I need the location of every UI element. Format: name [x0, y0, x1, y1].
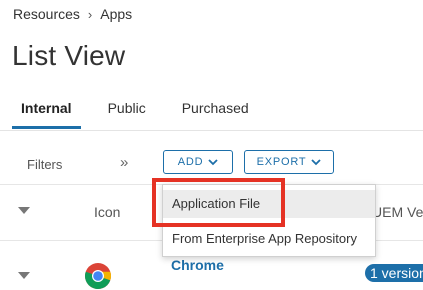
- row-expand-caret-icon[interactable]: [18, 272, 30, 279]
- filters-label[interactable]: Filters: [27, 157, 62, 172]
- select-all-caret-icon[interactable]: [18, 207, 30, 214]
- export-button-label: EXPORT: [256, 156, 307, 168]
- expand-filters-icon[interactable]: »: [120, 154, 128, 171]
- chevron-down-icon: [208, 158, 218, 165]
- column-header-icon[interactable]: Icon: [94, 204, 120, 220]
- column-header-uem-version[interactable]: UEM Ver: [372, 204, 423, 220]
- version-badge[interactable]: 1 version: [365, 264, 423, 282]
- breadcrumb: Resources › Apps: [13, 6, 132, 22]
- app-name-link[interactable]: Chrome: [171, 257, 224, 273]
- chevron-down-icon: [311, 158, 322, 165]
- add-button-label: ADD: [177, 156, 204, 168]
- breadcrumb-separator: ›: [87, 6, 93, 22]
- breadcrumb-apps[interactable]: Apps: [100, 6, 132, 22]
- annotation-highlight-box: [152, 178, 285, 227]
- tab-internal[interactable]: Internal: [12, 98, 81, 129]
- breadcrumb-resources[interactable]: Resources: [13, 6, 80, 22]
- tab-purchased[interactable]: Purchased: [173, 98, 258, 129]
- menu-item-enterprise-app-repository[interactable]: From Enterprise App Repository: [163, 227, 375, 251]
- add-button[interactable]: ADD: [163, 150, 233, 174]
- tab-bar: Internal Public Purchased: [12, 98, 276, 129]
- tab-public[interactable]: Public: [99, 98, 155, 129]
- tabs-divider: [0, 130, 423, 131]
- page-title: List View: [12, 40, 126, 71]
- export-button[interactable]: EXPORT: [244, 150, 334, 174]
- chrome-icon: [85, 263, 111, 289]
